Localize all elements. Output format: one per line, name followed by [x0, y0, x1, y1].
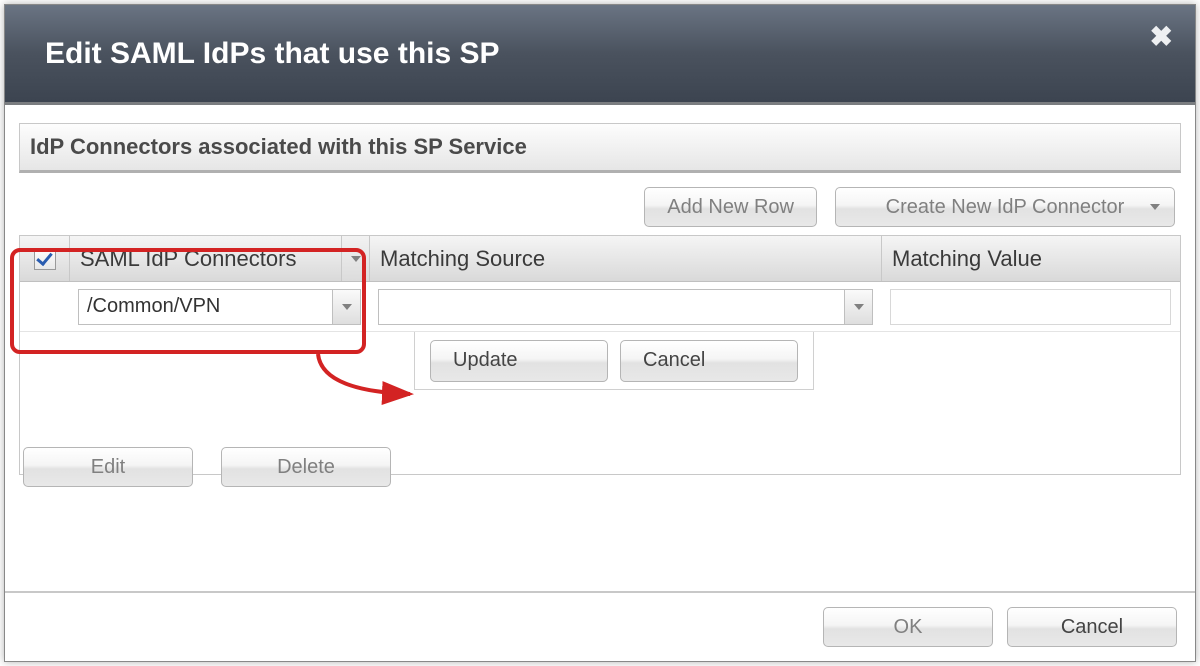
matching-value-cell	[882, 282, 1180, 331]
dialog-footer: OK Cancel	[5, 591, 1195, 661]
cancel-row-button[interactable]: Cancel	[620, 340, 798, 382]
chevron-down-icon[interactable]	[844, 290, 872, 324]
saml-idp-connector-select[interactable]: /Common/VPN	[78, 289, 361, 325]
saml-idp-connector-value: /Common/VPN	[87, 295, 220, 318]
chevron-down-icon	[351, 256, 361, 262]
edit-button[interactable]: Edit	[23, 447, 193, 487]
create-new-idp-connector-button[interactable]: Create New IdP Connector	[835, 187, 1175, 227]
select-all-header	[20, 236, 70, 281]
dialog-title: Edit SAML IdPs that use this SP	[45, 37, 500, 71]
column-header-connectors[interactable]: SAML IdP Connectors	[70, 236, 370, 281]
matching-source-select[interactable]	[378, 289, 873, 325]
row-checkbox-cell	[20, 282, 70, 331]
close-icon[interactable]: ✖	[1150, 23, 1173, 51]
column-header-connectors-label: SAML IdP Connectors	[80, 246, 296, 272]
column-header-matching-source-label: Matching Source	[380, 246, 545, 272]
ok-label: OK	[894, 616, 923, 639]
caret-icon	[854, 304, 864, 310]
dialog: Edit SAML IdPs that use this SP ✖ IdP Co…	[4, 4, 1196, 662]
table-row[interactable]: /Common/VPN	[20, 282, 1180, 332]
delete-button[interactable]: Delete	[221, 447, 391, 487]
column-menu-icon[interactable]	[341, 236, 369, 281]
connectors-table: SAML IdP Connectors Matching Source Matc…	[19, 235, 1181, 475]
create-new-idp-connector-label: Create New IdP Connector	[886, 196, 1125, 219]
section-header: IdP Connectors associated with this SP S…	[19, 123, 1181, 173]
cancel-label: Cancel	[1061, 616, 1123, 639]
table-header: SAML IdP Connectors Matching Source Matc…	[20, 236, 1180, 282]
update-label: Update	[453, 349, 518, 372]
matching-value-input[interactable]	[890, 289, 1171, 325]
cancel-button[interactable]: Cancel	[1007, 607, 1177, 647]
edit-label: Edit	[91, 456, 125, 479]
cancel-row-label: Cancel	[643, 349, 705, 372]
select-all-checkbox[interactable]	[34, 248, 56, 270]
column-header-matching-value[interactable]: Matching Value	[882, 236, 1180, 281]
list-actions: Edit Delete	[23, 447, 391, 487]
toolbar: Add New Row Create New IdP Connector	[19, 187, 1181, 227]
inline-row-actions: Update Cancel	[414, 332, 814, 390]
delete-label: Delete	[277, 456, 335, 479]
chevron-down-icon	[1150, 204, 1160, 210]
caret-icon	[342, 304, 352, 310]
dialog-body: IdP Connectors associated with this SP S…	[5, 105, 1195, 591]
matching-source-cell	[370, 282, 882, 331]
chevron-down-icon[interactable]	[332, 290, 360, 324]
add-new-row-label: Add New Row	[667, 196, 794, 219]
add-new-row-button[interactable]: Add New Row	[644, 187, 817, 227]
update-button[interactable]: Update	[430, 340, 608, 382]
titlebar: Edit SAML IdPs that use this SP ✖	[5, 5, 1195, 105]
connector-cell: /Common/VPN	[70, 282, 370, 331]
ok-button[interactable]: OK	[823, 607, 993, 647]
column-header-matching-source[interactable]: Matching Source	[370, 236, 882, 281]
column-header-matching-value-label: Matching Value	[892, 246, 1042, 272]
